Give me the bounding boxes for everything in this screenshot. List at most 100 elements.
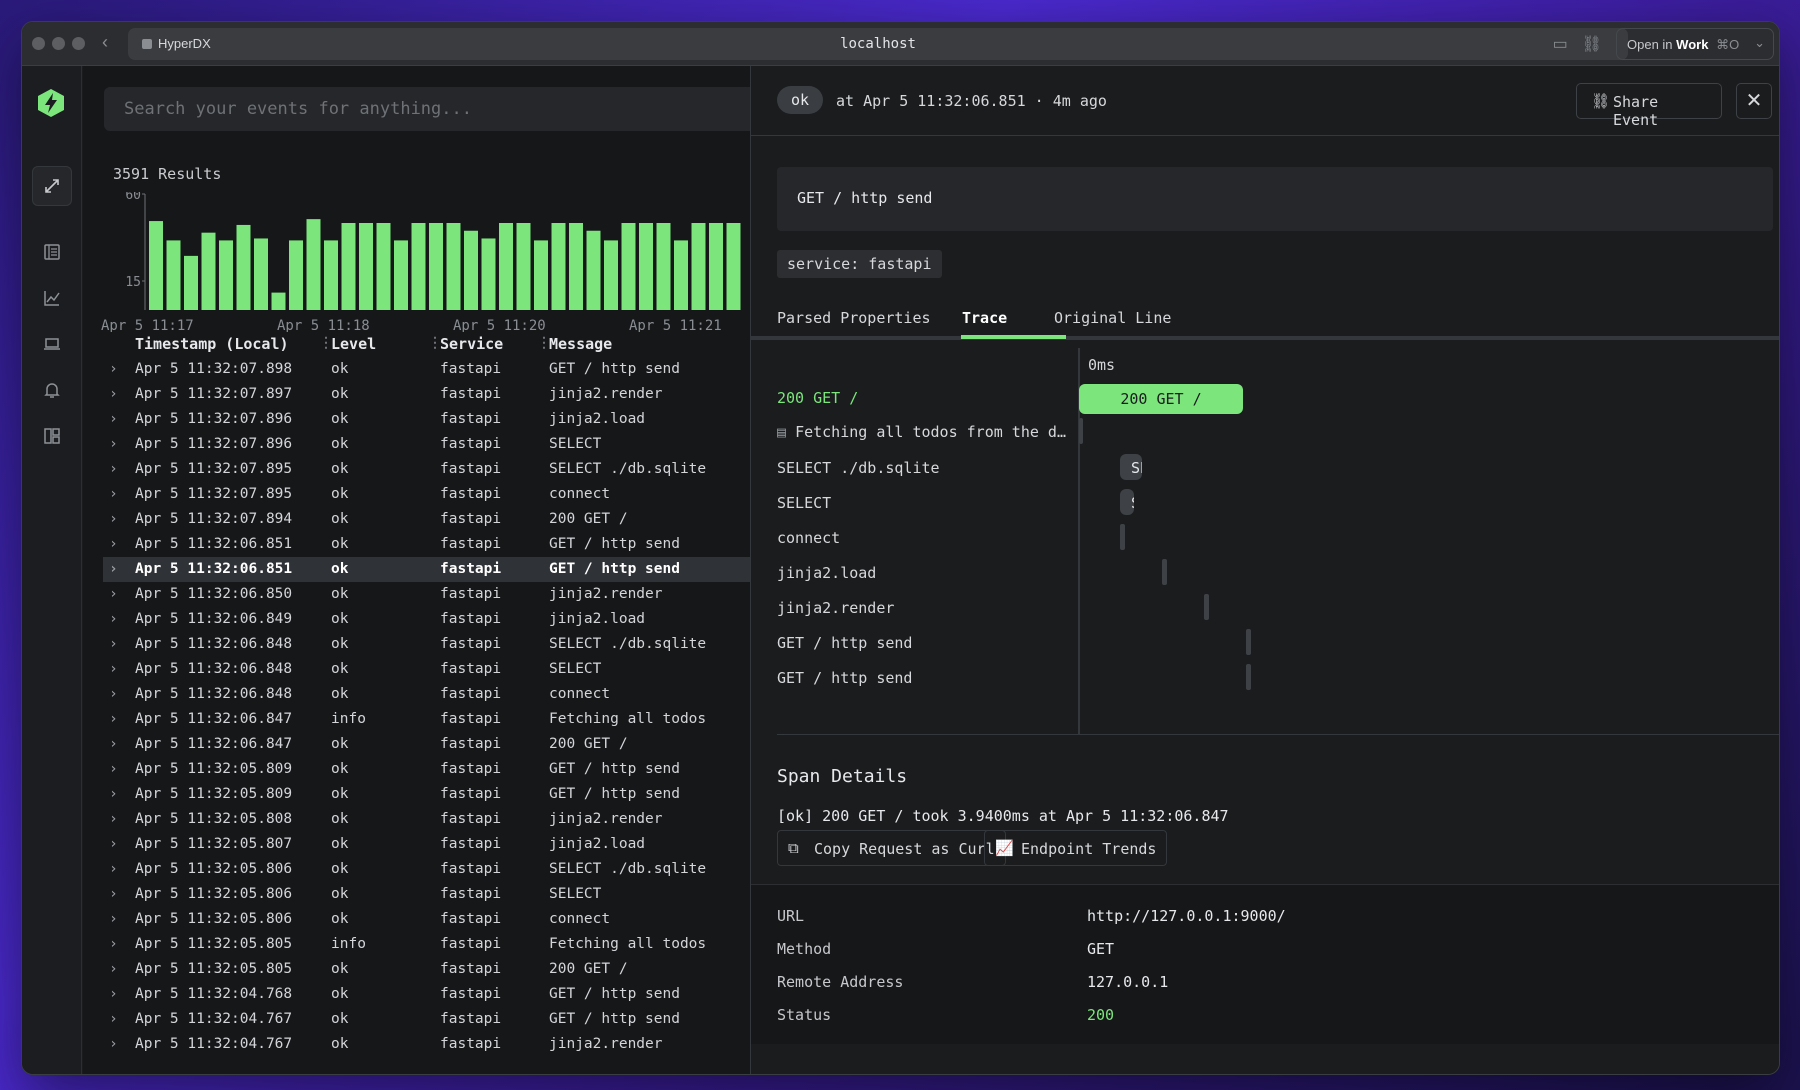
histogram-bar[interactable] <box>586 230 601 310</box>
trace-span-bar[interactable]: 200 GET / <box>1079 384 1243 414</box>
link-icon[interactable]: ⛓ <box>1582 36 1616 53</box>
table-row[interactable]: › Apr 5 11:32:06.847 info fastapi Fetching a… <box>103 707 803 732</box>
histogram-bar[interactable] <box>639 223 653 310</box>
trace-span-bar[interactable] <box>1162 559 1167 585</box>
header-level[interactable]: Level <box>331 335 376 353</box>
table-row[interactable]: › Apr 5 11:32:04.767 ok fastapi GET / http s… <box>103 1007 803 1032</box>
histogram-bar[interactable] <box>516 223 531 310</box>
trace-span-label[interactable]: jinja2.load <box>777 564 1073 582</box>
header-message[interactable]: Message <box>549 335 612 353</box>
chevron-right-icon[interactable]: › <box>109 411 118 427</box>
table-row[interactable]: › Apr 5 11:32:06.851 ok fastapi GET / http s… <box>103 532 803 557</box>
histogram-bar[interactable] <box>726 223 741 310</box>
table-row[interactable]: › Apr 5 11:32:07.896 ok fastapi jinja2.load <box>103 407 803 432</box>
chevron-down-icon[interactable]: ⌄ <box>1754 35 1765 51</box>
open-in-button[interactable]: Open in Work ⌘O ⌄ <box>1616 28 1774 60</box>
property-value[interactable]: GET <box>1087 940 1114 958</box>
trace-span-bar[interactable] <box>1246 629 1251 655</box>
histogram-bar[interactable] <box>184 255 198 310</box>
copy-curl-button[interactable]: ⧉ Copy Request as Curl <box>777 830 1006 866</box>
trace-span-bar[interactable] <box>1079 418 1083 444</box>
chevron-right-icon[interactable]: › <box>109 1011 118 1027</box>
table-row[interactable]: › Apr 5 11:32:06.848 ok fastapi SELECT <box>103 657 803 682</box>
histogram-bar[interactable] <box>621 223 636 310</box>
table-row[interactable]: › Apr 5 11:32:05.806 ok fastapi connect <box>103 907 803 932</box>
column-resize-handle[interactable]: ⋮ <box>319 335 333 351</box>
table-row[interactable]: › Apr 5 11:32:07.895 ok fastapi SELECT ./db.… <box>103 457 803 482</box>
table-row[interactable]: › Apr 5 11:32:06.851 ok fastapi GET / http s… <box>103 557 803 582</box>
zoom-window-button[interactable] <box>72 37 85 50</box>
histogram-bar[interactable] <box>219 240 233 310</box>
histogram-bar[interactable] <box>411 223 426 310</box>
histogram-bar[interactable] <box>464 230 478 310</box>
trace-span-bar[interactable] <box>1204 594 1209 620</box>
histogram-bar[interactable] <box>201 232 216 310</box>
chevron-right-icon[interactable]: › <box>109 811 118 827</box>
table-row[interactable]: › Apr 5 11:32:07.897 ok fastapi jinja2.rende… <box>103 382 803 407</box>
histogram-bar[interactable] <box>604 240 618 310</box>
table-row[interactable]: › Apr 5 11:32:05.807 ok fastapi jinja2.load <box>103 832 803 857</box>
chevron-right-icon[interactable]: › <box>109 836 118 852</box>
header-service[interactable]: Service <box>440 335 503 353</box>
trace-span-bar[interactable] <box>1120 524 1125 550</box>
table-row[interactable]: › Apr 5 11:32:06.848 ok fastapi SELECT ./db.… <box>103 632 803 657</box>
chevron-right-icon[interactable]: › <box>109 711 118 727</box>
trace-span-label[interactable]: connect <box>777 529 1073 547</box>
results-histogram[interactable]: 60 15 Apr 5 11:17 Apr 5 11:18 Apr 5 11:20 Apr… <box>101 192 741 332</box>
chevron-right-icon[interactable]: › <box>109 561 118 577</box>
trace-span-bar[interactable]: S <box>1120 489 1134 515</box>
histogram-bar[interactable] <box>359 223 373 310</box>
histogram-bar[interactable] <box>499 223 513 310</box>
table-row[interactable]: › Apr 5 11:32:05.809 ok fastapi GET / http s… <box>103 782 803 807</box>
histogram-bar[interactable] <box>289 240 303 310</box>
histogram-bar[interactable] <box>341 223 356 310</box>
histogram-bar[interactable] <box>149 221 163 310</box>
chevron-right-icon[interactable]: › <box>109 1036 118 1052</box>
chevron-right-icon[interactable]: › <box>109 486 118 502</box>
trace-span-label[interactable]: SELECT ./db.sqlite <box>777 459 1073 477</box>
chevron-right-icon[interactable]: › <box>109 761 118 777</box>
trace-span-label[interactable]: GET / http send <box>777 669 1073 687</box>
table-row[interactable]: › Apr 5 11:32:05.805 info fastapi Fetching a… <box>103 932 803 957</box>
tab-trace[interactable]: Trace <box>962 309 1007 327</box>
trace-span-label[interactable]: jinja2.render <box>777 599 1073 617</box>
search-input[interactable]: Search your events for anything... <box>104 87 764 131</box>
chevron-right-icon[interactable]: › <box>109 536 118 552</box>
tab-parsed-properties[interactable]: Parsed Properties <box>777 309 931 327</box>
histogram-bar[interactable] <box>306 219 321 310</box>
histogram-bar[interactable] <box>709 223 723 310</box>
chevron-right-icon[interactable]: › <box>109 886 118 902</box>
histogram-bar[interactable] <box>534 240 548 310</box>
chevron-right-icon[interactable]: › <box>109 786 118 802</box>
table-row[interactable]: › Apr 5 11:32:05.808 ok fastapi jinja2.rende… <box>103 807 803 832</box>
property-value[interactable]: 127.0.0.1 <box>1087 973 1168 991</box>
endpoint-trends-button[interactable]: 📈 Endpoint Trends <box>984 830 1168 866</box>
histogram-bar[interactable] <box>569 223 583 310</box>
table-row[interactable]: › Apr 5 11:32:07.898 ok fastapi GET / http s… <box>103 357 803 382</box>
histogram-bar[interactable] <box>394 240 408 310</box>
table-row[interactable]: › Apr 5 11:32:06.847 ok fastapi 200 GET / <box>103 732 803 757</box>
table-row[interactable]: › Apr 5 11:32:06.850 ok fastapi jinja2.rende… <box>103 582 803 607</box>
histogram-bar[interactable] <box>551 223 566 310</box>
back-icon[interactable]: ‹ <box>102 32 108 53</box>
trace-span-label[interactable]: 200 GET / <box>777 389 1073 407</box>
property-value[interactable]: http://127.0.0.1:9000/ <box>1087 907 1286 925</box>
histogram-bar[interactable] <box>446 223 461 310</box>
service-tag[interactable]: service: fastapi <box>777 250 942 278</box>
bell-icon[interactable] <box>32 370 72 410</box>
address-bar[interactable]: HyperDX localhost ▭⛓ <box>128 28 1628 60</box>
chart-icon[interactable] <box>32 278 72 318</box>
tab-original-line[interactable]: Original Line <box>1054 309 1171 327</box>
property-value[interactable]: 200 <box>1087 1006 1114 1024</box>
table-row[interactable]: › Apr 5 11:32:05.805 ok fastapi 200 GET / <box>103 957 803 982</box>
chevron-right-icon[interactable]: › <box>109 611 118 627</box>
chevron-right-icon[interactable]: › <box>109 986 118 1002</box>
chevron-right-icon[interactable]: › <box>109 961 118 977</box>
close-icon[interactable]: ✕ <box>1736 83 1772 119</box>
table-row[interactable]: › Apr 5 11:32:05.809 ok fastapi GET / http s… <box>103 757 803 782</box>
column-resize-handle[interactable]: ⋮ <box>428 335 442 351</box>
histogram-bar[interactable] <box>166 240 181 310</box>
sidebar-toggle-icon[interactable]: ▭ <box>1553 36 1582 53</box>
histogram-bar[interactable] <box>481 238 496 310</box>
search-icon[interactable] <box>32 232 72 272</box>
